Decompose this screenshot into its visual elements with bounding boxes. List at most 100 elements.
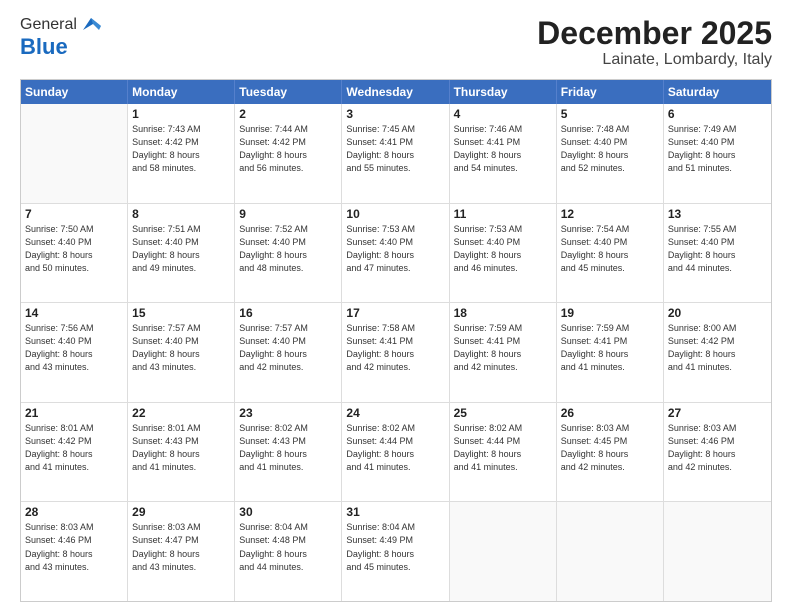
day-cell-15: 15Sunrise: 7:57 AM Sunset: 4:40 PM Dayli… <box>128 303 235 402</box>
day-cell-19: 19 Sunrise: 7:59 AM Sunset: 4:41 PM Dayli… <box>557 303 664 402</box>
day-cell-31: 31Sunrise: 8:04 AM Sunset: 4:49 PM Dayli… <box>342 502 449 601</box>
day-number: 16 <box>239 306 337 320</box>
day-cell-30: 30 Sunrise: 8:04 AM Sunset: 4:48 PM Dayli… <box>235 502 342 601</box>
day-number: 18 <box>454 306 552 320</box>
day-info: Sunrise: 7:57 AM Sunset: 4:40 PM Dayligh… <box>239 322 337 374</box>
day-number: 25 <box>454 406 552 420</box>
day-info: Sunrise: 7:50 AM Sunset: 4:40 PM Dayligh… <box>25 223 123 275</box>
day-number: 7 <box>25 207 123 221</box>
day-info: Sunrise: 8:03 AM Sunset: 4:46 PM Dayligh… <box>25 521 123 573</box>
day-info: Sunrise: 8:02 AM Sunset: 4:44 PM Dayligh… <box>454 422 552 474</box>
day-cell-1: 1 Sunrise: 7:43 AM Sunset: 4:42 PM Daylig… <box>128 104 235 203</box>
day-info: Sunrise: 8:01 AM Sunset: 4:43 PM Dayligh… <box>132 422 230 474</box>
page: General Blue December 2025 Lainate, Lomb… <box>0 0 792 612</box>
calendar-row-3: 21 Sunrise: 8:01 AM Sunset: 4:42 PM Dayli… <box>21 403 771 503</box>
day-cell-26: 26 Sunrise: 8:03 AM Sunset: 4:45 PM Dayli… <box>557 403 664 502</box>
day-number: 22 <box>132 406 230 420</box>
day-number: 2 <box>239 107 337 121</box>
logo: General Blue <box>20 16 101 60</box>
day-cell-27: 27 Sunrise: 8:03 AM Sunset: 4:46 PM Dayli… <box>664 403 771 502</box>
day-cell-24: 24Sunrise: 8:02 AM Sunset: 4:44 PM Dayli… <box>342 403 449 502</box>
day-info: Sunrise: 7:58 AM Sunset: 4:41 PM Dayligh… <box>346 322 444 374</box>
day-info: Sunrise: 8:01 AM Sunset: 4:42 PM Dayligh… <box>25 422 123 474</box>
day-cell-2: 2 Sunrise: 7:44 AM Sunset: 4:42 PM Daylig… <box>235 104 342 203</box>
day-cell-4: 4 Sunrise: 7:46 AM Sunset: 4:41 PM Daylig… <box>450 104 557 203</box>
day-info: Sunrise: 7:55 AM Sunset: 4:40 PM Dayligh… <box>668 223 767 275</box>
day-info: Sunrise: 7:53 AM Sunset: 4:40 PM Dayligh… <box>346 223 444 275</box>
day-number: 31 <box>346 505 444 519</box>
location-subtitle: Lainate, Lombardy, Italy <box>537 51 772 69</box>
header-day-friday: Friday <box>557 80 664 104</box>
day-cell-29: 29Sunrise: 8:03 AM Sunset: 4:47 PM Dayli… <box>128 502 235 601</box>
day-cell-11: 11 Sunrise: 7:53 AM Sunset: 4:40 PM Dayli… <box>450 204 557 303</box>
day-info: Sunrise: 7:54 AM Sunset: 4:40 PM Dayligh… <box>561 223 659 275</box>
calendar-row-2: 14 Sunrise: 7:56 AM Sunset: 4:40 PM Dayli… <box>21 303 771 403</box>
day-info: Sunrise: 7:43 AM Sunset: 4:42 PM Dayligh… <box>132 123 230 175</box>
day-info: Sunrise: 7:53 AM Sunset: 4:40 PM Dayligh… <box>454 223 552 275</box>
day-info: Sunrise: 8:03 AM Sunset: 4:45 PM Dayligh… <box>561 422 659 474</box>
header-day-sunday: Sunday <box>21 80 128 104</box>
day-cell-25: 25 Sunrise: 8:02 AM Sunset: 4:44 PM Dayli… <box>450 403 557 502</box>
day-info: Sunrise: 7:48 AM Sunset: 4:40 PM Dayligh… <box>561 123 659 175</box>
day-number: 1 <box>132 107 230 121</box>
day-cell-12: 12 Sunrise: 7:54 AM Sunset: 4:40 PM Dayli… <box>557 204 664 303</box>
day-info: Sunrise: 7:56 AM Sunset: 4:40 PM Dayligh… <box>25 322 123 374</box>
day-number: 10 <box>346 207 444 221</box>
calendar-row-0: 1 Sunrise: 7:43 AM Sunset: 4:42 PM Daylig… <box>21 104 771 204</box>
day-cell-20: 20Sunrise: 8:00 AM Sunset: 4:42 PM Dayli… <box>664 303 771 402</box>
day-number: 29 <box>132 505 230 519</box>
day-number: 19 <box>561 306 659 320</box>
logo-blue-text: Blue <box>20 34 68 59</box>
day-cell-23: 23Sunrise: 8:02 AM Sunset: 4:43 PM Dayli… <box>235 403 342 502</box>
day-info: Sunrise: 7:51 AM Sunset: 4:40 PM Dayligh… <box>132 223 230 275</box>
day-cell-8: 8 Sunrise: 7:51 AM Sunset: 4:40 PM Daylig… <box>128 204 235 303</box>
day-info: Sunrise: 8:04 AM Sunset: 4:48 PM Dayligh… <box>239 521 337 573</box>
day-info: Sunrise: 7:59 AM Sunset: 4:41 PM Dayligh… <box>454 322 552 374</box>
day-cell-9: 9 Sunrise: 7:52 AM Sunset: 4:40 PM Daylig… <box>235 204 342 303</box>
day-number: 28 <box>25 505 123 519</box>
day-cell-empty-4-6 <box>664 502 771 601</box>
day-number: 23 <box>239 406 337 420</box>
day-cell-7: 7 Sunrise: 7:50 AM Sunset: 4:40 PM Daylig… <box>21 204 128 303</box>
day-number: 4 <box>454 107 552 121</box>
day-info: Sunrise: 7:46 AM Sunset: 4:41 PM Dayligh… <box>454 123 552 175</box>
calendar: SundayMondayTuesdayWednesdayThursdayFrid… <box>20 79 772 602</box>
day-number: 14 <box>25 306 123 320</box>
day-number: 9 <box>239 207 337 221</box>
day-number: 8 <box>132 207 230 221</box>
day-cell-3: 3 Sunrise: 7:45 AM Sunset: 4:41 PM Daylig… <box>342 104 449 203</box>
day-cell-22: 22 Sunrise: 8:01 AM Sunset: 4:43 PM Dayli… <box>128 403 235 502</box>
header-day-monday: Monday <box>128 80 235 104</box>
day-info: Sunrise: 7:59 AM Sunset: 4:41 PM Dayligh… <box>561 322 659 374</box>
day-cell-21: 21 Sunrise: 8:01 AM Sunset: 4:42 PM Dayli… <box>21 403 128 502</box>
day-number: 26 <box>561 406 659 420</box>
day-info: Sunrise: 7:45 AM Sunset: 4:41 PM Dayligh… <box>346 123 444 175</box>
calendar-body: 1 Sunrise: 7:43 AM Sunset: 4:42 PM Daylig… <box>21 104 771 601</box>
day-cell-6: 6Sunrise: 7:49 AM Sunset: 4:40 PM Daylig… <box>664 104 771 203</box>
day-number: 11 <box>454 207 552 221</box>
header-day-tuesday: Tuesday <box>235 80 342 104</box>
day-number: 30 <box>239 505 337 519</box>
day-info: Sunrise: 8:03 AM Sunset: 4:46 PM Dayligh… <box>668 422 767 474</box>
day-cell-17: 17Sunrise: 7:58 AM Sunset: 4:41 PM Dayli… <box>342 303 449 402</box>
day-cell-16: 16 Sunrise: 7:57 AM Sunset: 4:40 PM Dayli… <box>235 303 342 402</box>
header: General Blue December 2025 Lainate, Lomb… <box>20 16 772 69</box>
day-cell-5: 5 Sunrise: 7:48 AM Sunset: 4:40 PM Daylig… <box>557 104 664 203</box>
day-number: 15 <box>132 306 230 320</box>
day-number: 21 <box>25 406 123 420</box>
day-cell-empty-4-5 <box>557 502 664 601</box>
month-title: December 2025 <box>537 16 772 51</box>
day-number: 5 <box>561 107 659 121</box>
day-info: Sunrise: 7:52 AM Sunset: 4:40 PM Dayligh… <box>239 223 337 275</box>
day-number: 3 <box>346 107 444 121</box>
logo-general-text: General <box>20 16 77 34</box>
calendar-row-1: 7 Sunrise: 7:50 AM Sunset: 4:40 PM Daylig… <box>21 204 771 304</box>
day-number: 27 <box>668 406 767 420</box>
header-day-wednesday: Wednesday <box>342 80 449 104</box>
day-info: Sunrise: 7:44 AM Sunset: 4:42 PM Dayligh… <box>239 123 337 175</box>
day-number: 13 <box>668 207 767 221</box>
day-number: 12 <box>561 207 659 221</box>
day-number: 24 <box>346 406 444 420</box>
day-info: Sunrise: 8:00 AM Sunset: 4:42 PM Dayligh… <box>668 322 767 374</box>
logo-bird-icon <box>79 16 101 34</box>
